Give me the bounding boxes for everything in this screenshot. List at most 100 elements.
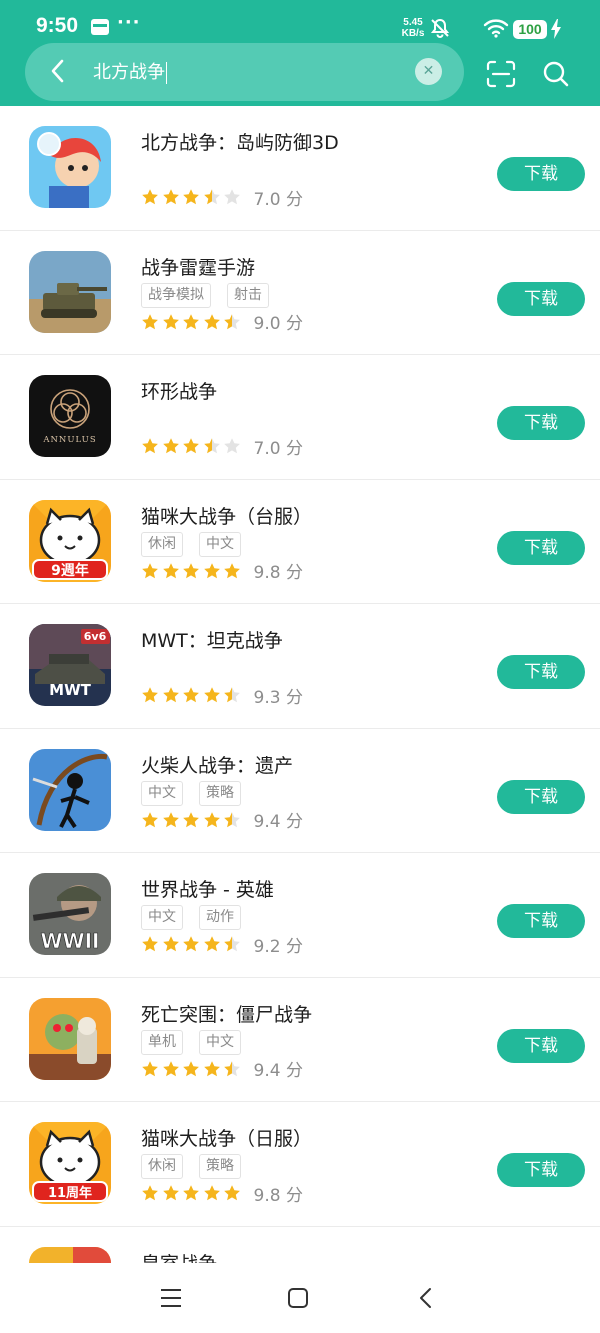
app-list-item[interactable]: 北方战争：岛屿防御3D 7.0 分 下载 bbox=[0, 106, 600, 231]
search-bar[interactable] bbox=[25, 43, 464, 101]
rating-score-value: 7.0 bbox=[253, 438, 281, 459]
star-filled-icon bbox=[162, 562, 179, 578]
app-name[interactable]: 战争雷霆手游 bbox=[141, 253, 255, 280]
app-icon[interactable] bbox=[29, 748, 111, 831]
download-button[interactable]: 下载 bbox=[497, 779, 585, 814]
star-filled-icon bbox=[142, 1060, 158, 1076]
app-icon[interactable]: 9週年 bbox=[29, 499, 111, 582]
bell-muted-icon bbox=[430, 18, 450, 38]
star-filled-icon bbox=[142, 313, 158, 329]
star-filled-icon bbox=[183, 1060, 199, 1076]
rating-stars bbox=[141, 1184, 244, 1202]
app-name[interactable]: 猫咪大战争（日服） bbox=[141, 1124, 312, 1151]
back-nav-icon[interactable] bbox=[418, 1287, 434, 1309]
app-name[interactable]: 死亡突围：僵尸战争 bbox=[141, 1000, 312, 1027]
star-filled-icon bbox=[224, 562, 240, 578]
scan-icon[interactable] bbox=[486, 60, 516, 88]
search-input[interactable]: 北方战争 bbox=[93, 58, 167, 84]
search-icon[interactable] bbox=[542, 60, 570, 88]
star-filled-icon bbox=[183, 936, 199, 952]
app-icon[interactable] bbox=[29, 997, 111, 1080]
app-icon[interactable]: 11周年 bbox=[29, 1122, 111, 1204]
svg-text:6v6: 6v6 bbox=[84, 630, 107, 643]
rating-score-value: 7.0 bbox=[253, 189, 281, 210]
app-rating: 7.0 分 bbox=[141, 186, 303, 210]
rating-score-unit: 分 bbox=[280, 812, 303, 832]
download-button[interactable]: 下载 bbox=[497, 1028, 585, 1063]
rating-stars bbox=[141, 437, 244, 455]
app-name[interactable]: MWT：坦克战争 bbox=[141, 626, 283, 653]
download-button[interactable]: 下载 bbox=[497, 655, 585, 689]
header: 9:50 ··· 5.45 KB/s 100 北方战争 ✕ bbox=[0, 0, 600, 106]
rating-stars bbox=[141, 188, 244, 206]
app-tag: 休闲 bbox=[141, 1154, 183, 1179]
app-name[interactable]: 火柴人战争：遗产 bbox=[141, 751, 293, 778]
star-filled-icon bbox=[162, 1185, 179, 1201]
star-filled-icon bbox=[183, 438, 199, 454]
app-list-item[interactable]: ANNULUS 环形战争 7.0 分 下载 bbox=[0, 355, 600, 480]
rating-score: 9.4 分 bbox=[254, 807, 303, 832]
star-filled-icon bbox=[183, 687, 199, 703]
app-list-item[interactable]: 死亡突围：僵尸战争 单机 中文 9.4 分下载 bbox=[0, 978, 600, 1102]
app-list-item[interactable]: 6v66v6MWTMWT：坦克战争9.3 分下载 bbox=[0, 604, 600, 729]
rating-score: 9.4 分 bbox=[254, 1056, 303, 1081]
rating-stars bbox=[141, 313, 244, 331]
rating-stars bbox=[141, 686, 244, 704]
rating-score-value: 9.0 bbox=[253, 314, 281, 334]
home-icon[interactable] bbox=[287, 1287, 309, 1309]
back-icon[interactable] bbox=[45, 56, 71, 86]
app-rating: 9.4 分 bbox=[141, 807, 303, 832]
app-name[interactable]: 北方战争：岛屿防御3D bbox=[141, 128, 339, 155]
app-rating: 9.4 分 bbox=[141, 1056, 303, 1081]
rating-score-unit: 分 bbox=[280, 1185, 303, 1206]
rating-score: 9.8 分 bbox=[254, 1181, 303, 1206]
app-rating: 9.8 分 bbox=[141, 560, 303, 583]
star-filled-icon bbox=[203, 811, 220, 827]
app-icon[interactable] bbox=[29, 250, 111, 333]
download-button[interactable]: 下载 bbox=[497, 904, 585, 938]
app-icon[interactable] bbox=[29, 126, 111, 208]
rating-stars bbox=[141, 562, 244, 580]
app-icon[interactable]: WWII bbox=[29, 873, 111, 955]
notification-app-icon bbox=[91, 19, 109, 35]
star-filled-icon bbox=[142, 189, 158, 205]
star-half-icon bbox=[224, 936, 240, 952]
app-list-item[interactable]: 火柴人战争：遗产 中文 策略 9.4 分下载 bbox=[0, 729, 600, 853]
rating-score-value: 9.3 bbox=[253, 687, 281, 708]
rating-score-unit: 分 bbox=[280, 563, 303, 583]
rating-score-unit: 分 bbox=[280, 936, 303, 957]
app-icon[interactable]: ANNULUS bbox=[29, 375, 111, 457]
svg-text:MWT: MWT bbox=[49, 681, 91, 699]
download-button[interactable]: 下载 bbox=[497, 406, 585, 440]
app-icon[interactable]: 6v66v6MWT bbox=[29, 624, 111, 706]
star-filled-icon bbox=[162, 438, 179, 454]
download-button[interactable]: 下载 bbox=[497, 530, 585, 565]
star-half-icon bbox=[203, 438, 220, 454]
app-tags: 战争模拟 射击 bbox=[141, 282, 285, 308]
rating-score-unit: 分 bbox=[280, 1061, 303, 1081]
download-button[interactable]: 下载 bbox=[497, 1153, 585, 1187]
rating-stars bbox=[141, 1060, 244, 1078]
clear-search-button[interactable]: ✕ bbox=[415, 58, 442, 85]
app-rating: 9.8 分 bbox=[141, 1181, 303, 1206]
rating-score-value: 9.8 bbox=[253, 1185, 281, 1206]
star-filled-icon bbox=[183, 562, 199, 578]
download-button[interactable]: 下载 bbox=[497, 281, 585, 316]
star-filled-icon bbox=[203, 313, 220, 329]
app-list-item[interactable]: 战争雷霆手游 战争模拟 射击 9.0 分 下载 bbox=[0, 231, 600, 355]
app-list-item[interactable]: 9週年 猫咪大战争（台服） 休闲 中文 9.8 分下载 bbox=[0, 480, 600, 604]
app-tag: 策略 bbox=[199, 1154, 241, 1179]
app-name[interactable]: 猫咪大战争（台服） bbox=[141, 502, 312, 529]
rating-score-unit: 分 bbox=[280, 314, 303, 334]
charging-icon bbox=[551, 19, 561, 39]
app-name[interactable]: 世界战争 - 英雄 bbox=[141, 875, 274, 902]
download-button[interactable]: 下载 bbox=[497, 157, 585, 191]
app-list-item[interactable]: WWII 世界战争 - 英雄 中文 动作 9.2 分下载 bbox=[0, 853, 600, 978]
app-tag: 战争模拟 bbox=[141, 282, 211, 308]
app-list-item[interactable]: 11周年 猫咪大战争（日服） 休闲 策略 9.8 分 下载 bbox=[0, 1102, 600, 1227]
star-filled-icon bbox=[203, 687, 220, 703]
app-icon-text: 9週年 bbox=[51, 562, 89, 579]
app-name[interactable]: 环形战争 bbox=[141, 377, 217, 404]
menu-icon[interactable] bbox=[160, 1288, 182, 1308]
text-cursor bbox=[166, 62, 167, 84]
